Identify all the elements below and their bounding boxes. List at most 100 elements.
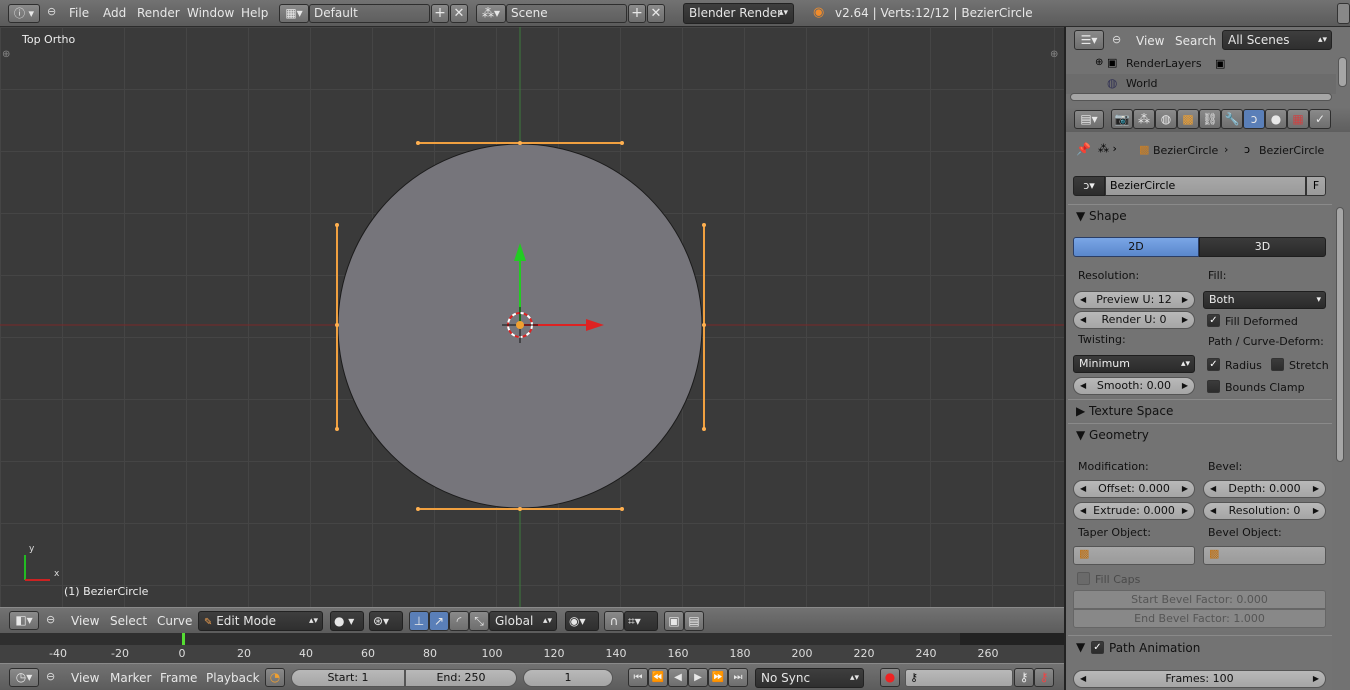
datablock-name-field[interactable]: BezierCircle bbox=[1105, 176, 1306, 196]
fill-caps-checkbox[interactable] bbox=[1077, 572, 1090, 585]
pin-icon[interactable]: 📌 bbox=[1076, 142, 1091, 156]
render-animation-button[interactable]: ▤ bbox=[684, 611, 704, 631]
menu-search[interactable]: Search bbox=[1175, 34, 1216, 48]
snap-toggle-button[interactable]: ∩ bbox=[604, 611, 624, 631]
viewport-shading-select[interactable]: ● ▾ bbox=[330, 611, 364, 631]
outliner-row-world[interactable]: ◍ World bbox=[1066, 74, 1336, 94]
auto-keying-button[interactable]: ● bbox=[880, 668, 900, 687]
scene-tab-icon[interactable]: ⁂ bbox=[1133, 109, 1155, 129]
remove-screen-button[interactable]: ✕ bbox=[450, 4, 468, 23]
delete-keyframe-button[interactable]: ⚷ bbox=[1034, 668, 1054, 687]
outliner-display-select[interactable]: All Scenes ▴▾ bbox=[1222, 30, 1332, 50]
play-reverse-button[interactable]: ◀ bbox=[668, 668, 688, 687]
menu-render[interactable]: Render bbox=[137, 6, 180, 20]
outliner-row-renderlayers[interactable]: ⊕ ▣ RenderLayers ▣ bbox=[1066, 54, 1336, 74]
jump-start-button[interactable]: ⏮ bbox=[628, 668, 648, 687]
twisting-select[interactable]: Minimum ▴▾ bbox=[1073, 355, 1195, 373]
jump-keyframe-back-button[interactable]: ⏪ bbox=[648, 668, 668, 687]
menu-file[interactable]: File bbox=[69, 6, 89, 20]
keying-set-field[interactable]: ⚷ bbox=[905, 669, 1013, 687]
preview-u-field[interactable]: ◀ Preview U: 12 ▶ bbox=[1073, 291, 1195, 309]
menu-view[interactable]: View bbox=[71, 614, 99, 628]
physics-tab-icon[interactable]: ✓ bbox=[1309, 109, 1331, 129]
outliner-horizontal-scrollbar[interactable] bbox=[1070, 93, 1332, 101]
jump-end-button[interactable]: ⏭ bbox=[728, 668, 748, 687]
constraints-tab-icon[interactable]: ⛓ bbox=[1199, 109, 1221, 129]
toolbar-toggle-icon[interactable]: ⊕ bbox=[2, 49, 10, 60]
menu-playback[interactable]: Playback bbox=[206, 671, 260, 685]
end-bevel-factor-field[interactable]: End Bevel Factor: 1.000 bbox=[1073, 609, 1326, 628]
collapse-menu-icon[interactable]: ⊖ bbox=[46, 613, 55, 626]
render-opengl-button[interactable]: ▣ bbox=[664, 611, 684, 631]
translate-manipulator-button[interactable]: ↗ bbox=[429, 611, 449, 631]
sync-select[interactable]: No Sync ▴▾ bbox=[755, 668, 864, 688]
menu-view[interactable]: View bbox=[1136, 34, 1164, 48]
fake-user-button[interactable]: F bbox=[1306, 176, 1326, 196]
menu-window[interactable]: Window bbox=[187, 6, 234, 20]
remove-scene-button[interactable]: ✕ bbox=[647, 4, 665, 23]
mode-select[interactable]: ✎ Edit Mode ▴▾ bbox=[198, 611, 323, 631]
extrude-field[interactable]: ◀ Extrude: 0.000 ▶ bbox=[1073, 502, 1195, 520]
add-scene-button[interactable]: + bbox=[628, 4, 646, 23]
editor-type-outliner-button[interactable]: ☰▾ bbox=[1074, 30, 1104, 50]
menu-marker[interactable]: Marker bbox=[110, 671, 151, 685]
menu-select[interactable]: Select bbox=[110, 614, 147, 628]
frames-field[interactable]: ◀ Frames: 100 ▶ bbox=[1073, 670, 1326, 688]
fill-deformed-checkbox[interactable]: ✓ bbox=[1207, 314, 1220, 327]
path-animation-checkbox[interactable]: ✓ bbox=[1091, 641, 1104, 654]
collapse-menu-icon[interactable]: ⊖ bbox=[46, 670, 55, 683]
screen-layout-icon-button[interactable]: ▦▾ bbox=[279, 4, 309, 23]
collapse-menu-icon[interactable]: ⊖ bbox=[1112, 33, 1121, 46]
geometry-panel-header[interactable]: ▼ Geometry bbox=[1076, 424, 1149, 446]
proportional-edit-select[interactable]: ◉▾ bbox=[565, 611, 599, 631]
editor-type-properties-button[interactable]: ▤▾ bbox=[1074, 110, 1104, 129]
editor-type-3dview-button[interactable]: ◧▾ bbox=[9, 611, 39, 630]
collapse-menu-icon[interactable]: ⊖ bbox=[47, 5, 56, 18]
properties-toggle-icon[interactable]: ⊕ bbox=[1050, 49, 1058, 60]
texture-space-header[interactable]: ▶ Texture Space bbox=[1076, 400, 1173, 422]
transform-orientation-select[interactable]: Global ▴▾ bbox=[489, 611, 557, 631]
screen-layout-field[interactable]: Default bbox=[309, 4, 430, 23]
menu-curve[interactable]: Curve bbox=[157, 614, 192, 628]
render-u-field[interactable]: ◀ Render U: 0 ▶ bbox=[1073, 311, 1195, 329]
bevel-resolution-field[interactable]: ◀ Resolution: 0 ▶ bbox=[1203, 502, 1326, 520]
modifiers-tab-icon[interactable]: 🔧 bbox=[1221, 109, 1243, 129]
current-frame-field[interactable]: 1 bbox=[523, 669, 613, 687]
play-button[interactable]: ▶ bbox=[688, 668, 708, 687]
menu-frame[interactable]: Frame bbox=[160, 671, 197, 685]
tab-3d[interactable]: 3D bbox=[1199, 237, 1326, 257]
radius-checkbox[interactable]: ✓ bbox=[1207, 358, 1220, 371]
shape-panel-header[interactable]: ▼ Shape bbox=[1076, 205, 1127, 227]
insert-keyframe-button[interactable]: ⚷ bbox=[1014, 668, 1034, 687]
end-frame-field[interactable]: End: 250 bbox=[405, 669, 517, 687]
preview-range-button[interactable]: ◔ bbox=[265, 668, 285, 687]
stretch-checkbox[interactable] bbox=[1271, 358, 1284, 371]
render-engine-select[interactable]: Blender Render ▴▾ bbox=[683, 3, 794, 24]
scale-manipulator-button[interactable]: ⤡ bbox=[469, 611, 489, 631]
scene-field[interactable]: Scene bbox=[506, 4, 627, 23]
material-tab-icon[interactable]: ● bbox=[1265, 109, 1287, 129]
outliner-vertical-scrollbar[interactable] bbox=[1338, 57, 1347, 87]
menu-view[interactable]: View bbox=[71, 671, 99, 685]
smooth-field[interactable]: ◀ Smooth: 0.00 ▶ bbox=[1073, 377, 1195, 395]
world-tab-icon[interactable]: ◍ bbox=[1155, 109, 1177, 129]
menu-help[interactable]: Help bbox=[241, 6, 268, 20]
taper-object-field[interactable]: ▩ bbox=[1073, 546, 1195, 565]
editor-type-timeline-button[interactable]: ◷▾ bbox=[9, 668, 39, 687]
texture-tab-icon[interactable]: ▦ bbox=[1287, 109, 1309, 129]
depth-field[interactable]: ◀ Depth: 0.000 ▶ bbox=[1203, 480, 1326, 498]
start-bevel-factor-field[interactable]: Start Bevel Factor: 0.000 bbox=[1073, 590, 1326, 609]
menu-add[interactable]: Add bbox=[103, 6, 126, 20]
object-tab-icon[interactable]: ▩ bbox=[1177, 109, 1199, 129]
texture-space-panel[interactable]: ▶ Texture Space bbox=[1068, 399, 1332, 421]
rotate-manipulator-button[interactable]: ◜ bbox=[449, 611, 469, 631]
tab-2d[interactable]: 2D bbox=[1073, 237, 1199, 257]
pivot-point-select[interactable]: ⊛▾ bbox=[369, 611, 403, 631]
offset-field[interactable]: ◀ Offset: 0.000 ▶ bbox=[1073, 480, 1195, 498]
bevel-object-field[interactable]: ▩ bbox=[1203, 546, 1326, 565]
editor-type-info-button[interactable]: ⓘ ▾ bbox=[8, 4, 40, 23]
fill-select[interactable]: Both ▾ bbox=[1203, 291, 1326, 309]
manipulator-toggle-button[interactable]: ⊥ bbox=[409, 611, 429, 631]
3d-viewport[interactable]: Top Ortho y x (1) BezierCircle ⊕ ⊕ bbox=[0, 27, 1064, 607]
path-animation-header[interactable]: ▼ bbox=[1076, 636, 1085, 658]
